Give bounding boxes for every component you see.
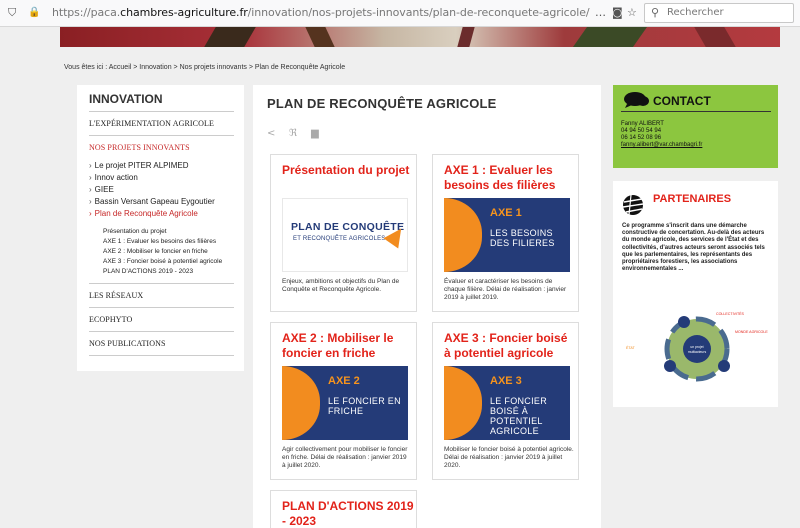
diagram-label-etat: ÉTAT bbox=[626, 345, 635, 350]
sidebar-subsubitem[interactable]: PLAN D'ACTIONS 2019 - 2023 bbox=[89, 268, 234, 276]
contact-phone: 06 14 52 08 96 bbox=[621, 135, 662, 141]
partners-box: PARTENAIRES Ce programme s'inscrit dans … bbox=[613, 181, 778, 407]
sidebar-title: INNOVATION bbox=[89, 92, 234, 112]
contact-email-link[interactable]: fanny.alibert@var.chambagri.fr bbox=[621, 142, 702, 149]
search-icon: ⚲ bbox=[651, 6, 660, 19]
contact-phone: 04 94 50 54 94 bbox=[621, 128, 662, 134]
speech-bubble-icon bbox=[624, 92, 649, 108]
card-description: Enjeux, ambitions et objectifs du Plan d… bbox=[282, 278, 400, 293]
contact-title: CONTACT bbox=[653, 94, 711, 108]
card-title[interactable]: PLAN D'ACTIONS 2019 - 2023 bbox=[282, 499, 414, 528]
shield-icon[interactable]: ⛉ bbox=[8, 6, 16, 20]
card-presentation[interactable]: Présentation du projet PLAN DE CONQUÊTE … bbox=[270, 154, 417, 312]
bookmark-star-icon[interactable]: ☆ bbox=[627, 6, 637, 20]
logo-line-2: ET RECONQUÊTE AGRICOLES bbox=[293, 236, 386, 242]
divider bbox=[621, 111, 771, 112]
plan-conquete-logo: PLAN DE CONQUÊTE ET RECONQUÊTE AGRICOLES bbox=[282, 198, 408, 272]
share-icon[interactable]: < bbox=[267, 128, 275, 139]
sidebar-item-publications[interactable]: NOS PUBLICATIONS bbox=[89, 332, 234, 356]
main-content: PLAN DE RECONQUÊTE AGRICOLE < ℜ ▆ Présen… bbox=[253, 85, 601, 528]
axe-1-image: AXE 1 LES BESOINS DES FILIERES bbox=[444, 198, 570, 272]
page-title: PLAN DE RECONQUÊTE AGRICOLE bbox=[267, 96, 497, 111]
url-bar[interactable]: https://paca.chambres-agriculture.fr/inn… bbox=[52, 6, 590, 19]
chevron-right-icon: › bbox=[89, 185, 92, 194]
sidebar-subsubitem[interactable]: Présentation du projet bbox=[89, 228, 234, 236]
rss-icon[interactable]: ℜ bbox=[289, 128, 297, 139]
page-actions-icon[interactable]: … bbox=[595, 6, 606, 20]
sidebar-item-ecophyto[interactable]: ECOPHYTO bbox=[89, 308, 234, 332]
lock-icon[interactable]: 🔒 bbox=[28, 6, 40, 20]
card-plan-actions[interactable]: PLAN D'ACTIONS 2019 - 2023 bbox=[270, 490, 417, 528]
axe-label: AXE 3 bbox=[490, 375, 522, 387]
axe-subtitle: LE FONCIER EN FRICHE bbox=[328, 396, 401, 416]
pocket-icon[interactable]: ◙ bbox=[612, 6, 623, 20]
axe-label: AXE 1 bbox=[490, 207, 522, 219]
card-title[interactable]: AXE 2 : Mobiliser le foncier en friche bbox=[282, 331, 414, 361]
diagram-label-collectivites: COLLECTIVITÉS bbox=[716, 311, 745, 316]
sidebar-item-reseaux[interactable]: LES RÉSEAUX bbox=[89, 284, 234, 308]
orange-shape bbox=[282, 366, 320, 440]
chevron-right-icon: › bbox=[89, 197, 92, 206]
contact-box: CONTACT Fanny ALIBERT 04 94 50 54 94 06 … bbox=[613, 85, 778, 168]
contact-name: Fanny ALIBERT bbox=[621, 121, 664, 127]
card-axe-2[interactable]: AXE 2 : Mobiliser le foncier en friche A… bbox=[270, 322, 417, 480]
chevron-right-icon: › bbox=[89, 161, 92, 170]
orange-shape bbox=[444, 198, 482, 272]
sidebar-item-projets-innovants[interactable]: NOS PROJETS INNOVANTS bbox=[89, 136, 234, 156]
sidebar-subitem[interactable]: › Bassin Versant Gapeau Eygoutier bbox=[89, 196, 234, 208]
card-description: Agir collectivement pour mobiliser le fo… bbox=[282, 446, 408, 469]
chevron-right-icon: › bbox=[89, 209, 92, 218]
axe-label: AXE 2 bbox=[328, 375, 360, 387]
sidebar-subsubitem[interactable]: AXE 3 : Foncier boisé à potentiel agrico… bbox=[89, 258, 234, 266]
chevron-right-icon: › bbox=[89, 173, 92, 182]
axe-2-image: AXE 2 LE FONCIER EN FRICHE bbox=[282, 366, 408, 440]
sidebar-subitem[interactable]: › Le projet PITER ALPIMED bbox=[89, 160, 234, 172]
diagram-center-label: un projet bbox=[690, 345, 703, 349]
print-icon[interactable]: ▆ bbox=[311, 128, 319, 139]
card-description: Mobiliser le foncier boisé à potentiel a… bbox=[444, 446, 574, 469]
card-title[interactable]: AXE 1 : Evaluer les besoins des filières bbox=[444, 163, 576, 193]
sidebar-item-experimentation[interactable]: L'EXPÉRIMENTATION AGRICOLE bbox=[89, 112, 234, 136]
divider bbox=[89, 276, 234, 284]
card-title[interactable]: Présentation du projet bbox=[282, 163, 414, 178]
axe-subtitle: LES BESOINS DES FILIERES bbox=[490, 228, 555, 248]
orange-shape bbox=[444, 366, 482, 440]
sidebar-subsubitem[interactable]: AXE 2 : Mobiliser le foncier en friche bbox=[89, 248, 234, 256]
sidebar-subitem[interactable]: › Innov action bbox=[89, 172, 234, 184]
partners-title: PARTENAIRES bbox=[653, 193, 732, 205]
diagram-label-monde-agricole: MONDE AGRICOLE bbox=[735, 330, 768, 334]
card-axe-1[interactable]: AXE 1 : Evaluer les besoins des filières… bbox=[432, 154, 579, 312]
axe-subtitle: LE FONCIER BOISÉ À POTENTIEL AGRICOLE bbox=[490, 396, 548, 436]
breadcrumb[interactable]: Vous êtes ici : Accueil > Innovation > N… bbox=[64, 64, 345, 71]
card-title[interactable]: AXE 3 : Foncier boisé à potentiel agrico… bbox=[444, 331, 576, 361]
partners-diagram: un projet multiacteurs COLLECTIVITÉS ÉTA… bbox=[626, 311, 768, 382]
header-banner-image bbox=[60, 27, 780, 47]
diagram-center-label: multiacteurs bbox=[688, 350, 707, 354]
partners-text: Ce programme s'inscrit dans une démarche… bbox=[622, 223, 765, 273]
sidebar-nav: INNOVATION L'EXPÉRIMENTATION AGRICOLE NO… bbox=[77, 85, 244, 371]
sidebar-subsubitem[interactable]: AXE 1 : Evaluer les besoins des filières bbox=[89, 238, 234, 246]
card-description: Évaluer et caractériser les besoins de c… bbox=[444, 278, 567, 301]
axe-3-image: AXE 3 LE FONCIER BOISÉ À POTENTIEL AGRIC… bbox=[444, 366, 570, 440]
sidebar-subitem[interactable]: › GIEE bbox=[89, 184, 234, 196]
card-axe-3[interactable]: AXE 3 : Foncier boisé à potentiel agrico… bbox=[432, 322, 579, 480]
globe-icon bbox=[622, 194, 644, 216]
browser-search-input[interactable]: ⚲ Rechercher bbox=[644, 3, 794, 23]
contact-info: Fanny ALIBERT 04 94 50 54 94 06 14 52 08… bbox=[621, 121, 702, 149]
sidebar-subitem-active[interactable]: › Plan de Reconquête Agricole bbox=[89, 208, 234, 220]
browser-toolbar: ⛉ 🔒 https://paca.chambres-agriculture.fr… bbox=[0, 0, 800, 27]
